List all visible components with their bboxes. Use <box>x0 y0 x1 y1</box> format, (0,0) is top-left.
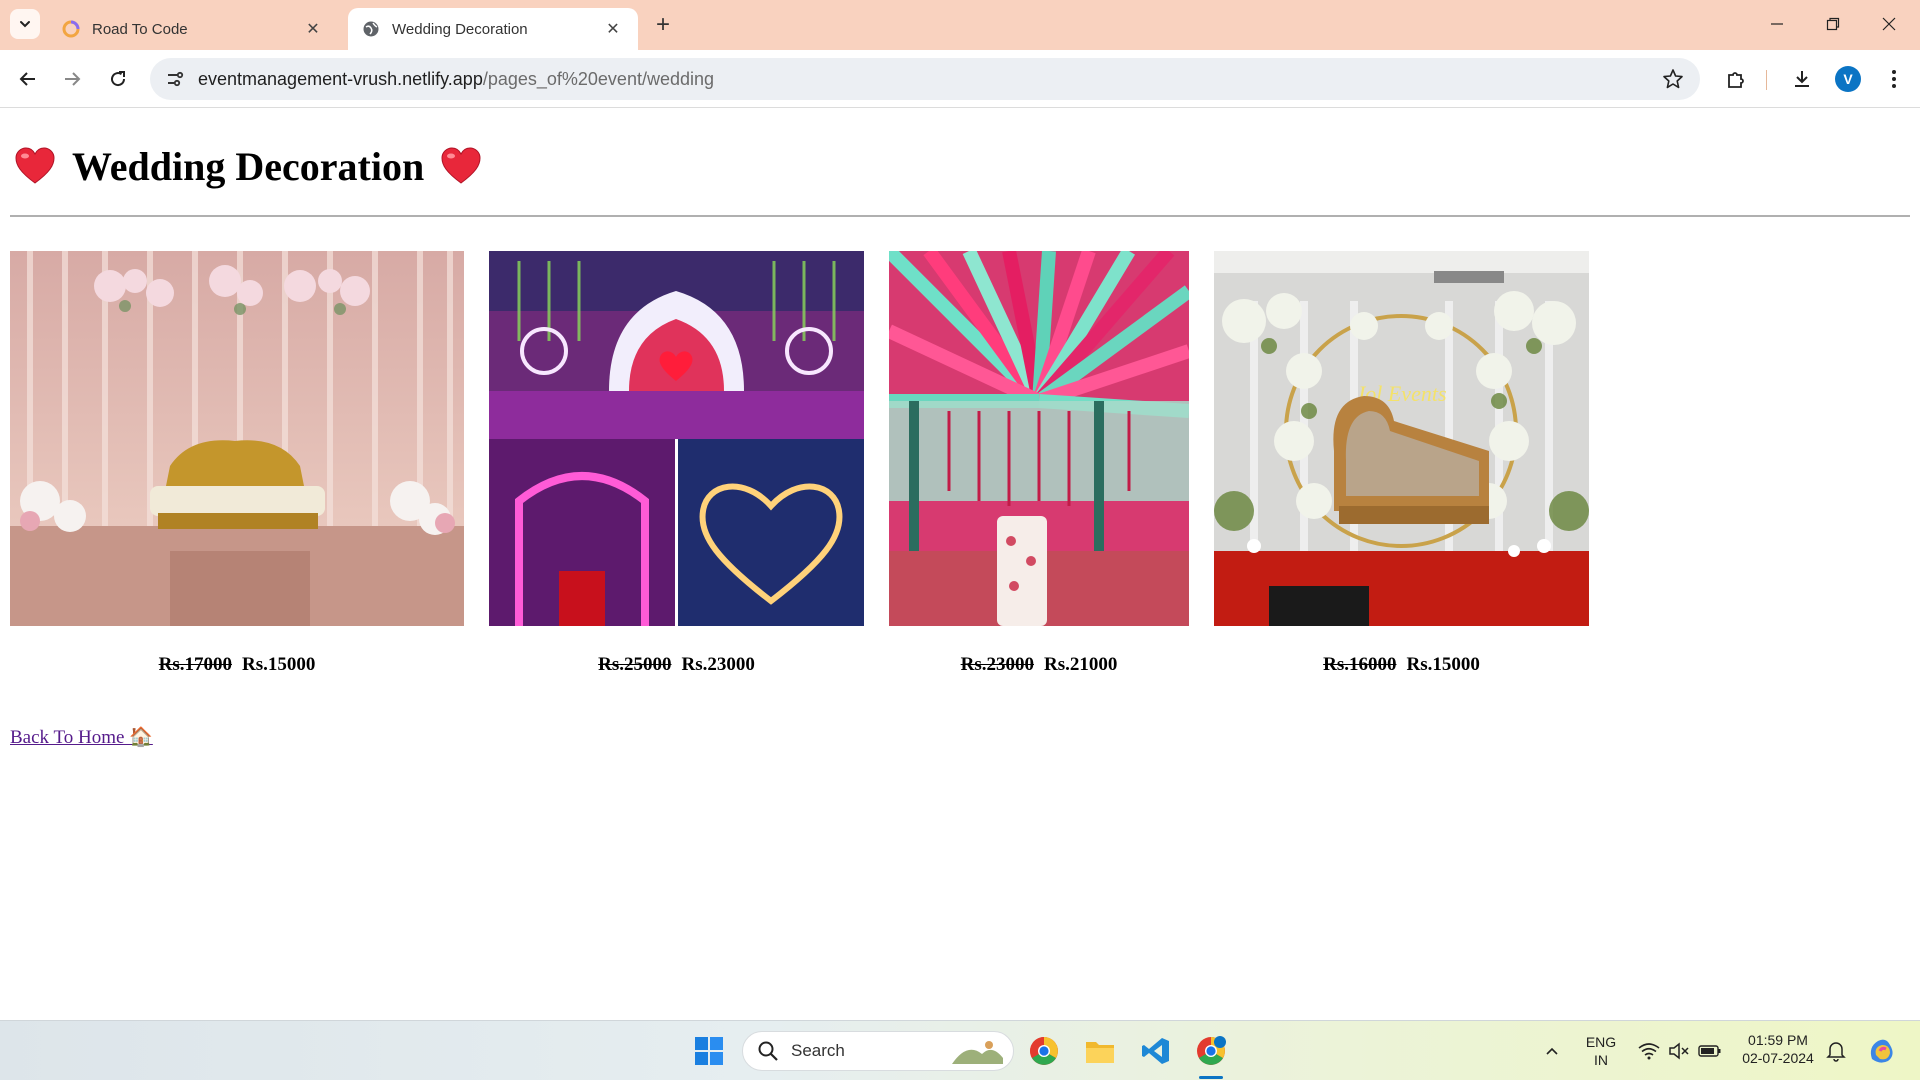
chrome-icon <box>1197 1036 1226 1065</box>
toolbar-divider <box>1766 70 1767 90</box>
chevron-down-icon <box>20 21 30 28</box>
close-window-button[interactable] <box>1866 8 1912 40</box>
old-price: Rs.16000 <box>1323 654 1397 675</box>
url-domain: eventmanagement-vrush.netlify.app <box>198 68 483 89</box>
close-icon <box>1882 17 1896 31</box>
menu-button[interactable] <box>1878 63 1910 95</box>
puzzle-icon <box>1728 72 1744 88</box>
language-indicator[interactable]: ENG IN <box>1578 1033 1624 1069</box>
folder-icon <box>1086 1042 1114 1063</box>
bookmark-star-icon[interactable] <box>1660 66 1686 92</box>
start-button[interactable] <box>689 1031 729 1071</box>
url-path: /pages_of%20event/wedding <box>482 68 715 89</box>
taskbar-search[interactable]: Search <box>742 1031 1014 1071</box>
tab-road-to-code[interactable]: Road To Code ✕ <box>48 8 338 50</box>
heart-icon <box>15 147 55 184</box>
chrome-taskbar-button[interactable] <box>1024 1031 1064 1071</box>
windows-logo-icon <box>695 1037 723 1065</box>
wifi-icon <box>1638 1043 1660 1060</box>
product-image-lit-stage[interactable] <box>489 251 864 626</box>
search-label: Search <box>791 1041 845 1060</box>
vscode-button[interactable] <box>1136 1031 1176 1071</box>
new-tab-button[interactable]: + <box>648 10 678 40</box>
arrow-right-icon <box>65 72 81 86</box>
vscode-icon <box>1142 1038 1169 1064</box>
volume-muted-icon <box>1669 1042 1689 1060</box>
tab-title: Wedding Decoration <box>392 20 528 38</box>
product-price: Rs.23000 Rs.21000 <box>889 654 1189 684</box>
clock-time: 01:59 PM <box>1748 1032 1808 1048</box>
search-highlight-icon <box>952 1041 1003 1064</box>
tab-title: Road To Code <box>92 20 188 38</box>
address-bar[interactable]: eventmanagement-vrush.netlify.app/pages_… <box>150 58 1700 100</box>
horizontal-rule <box>10 215 1910 217</box>
tab-wedding-decoration[interactable]: Wedding Decoration ✕ <box>348 8 638 50</box>
heart-icon <box>441 147 481 184</box>
notifications-button[interactable] <box>1816 1031 1856 1071</box>
download-icon <box>1795 71 1809 87</box>
product-price: Rs.16000 Rs.15000 <box>1214 654 1589 684</box>
battery-icon <box>1698 1045 1721 1057</box>
site-info-icon[interactable] <box>160 64 190 94</box>
taskbar: Search ENG IN 01:59 PM 02-07-2024 <box>0 1020 1920 1080</box>
new-price: Rs.23000 <box>681 654 755 675</box>
file-explorer-button[interactable] <box>1080 1031 1120 1071</box>
extensions-button[interactable] <box>1720 63 1752 95</box>
tab-strip: Road To Code ✕ Wedding Decoration ✕ + <box>0 0 1920 50</box>
new-price: Rs.21000 <box>1044 654 1118 675</box>
heading-text: Wedding Decoration <box>72 143 425 189</box>
minimize-icon <box>1771 23 1783 25</box>
clock-date: 02-07-2024 <box>1742 1050 1814 1066</box>
old-price: Rs.23000 <box>960 654 1034 675</box>
old-price: Rs.25000 <box>598 654 672 675</box>
arrow-left-icon <box>19 72 35 86</box>
page-content: Wedding Decoration Rs.17000 Rs.15000 Rs.… <box>0 109 1920 1020</box>
product-price: Rs.17000 Rs.15000 <box>10 654 464 684</box>
url-text: eventmanagement-vrush.netlify.app/pages_… <box>198 69 714 90</box>
search-icon <box>758 1041 778 1061</box>
restore-icon <box>1826 17 1840 31</box>
product-image-drape-canopy[interactable] <box>889 251 1189 626</box>
reload-button[interactable] <box>102 63 134 95</box>
language-code: ENG <box>1585 1034 1617 1050</box>
page-title: Wedding Decoration <box>14 141 482 191</box>
back-button[interactable] <box>12 63 44 95</box>
tab-search-button[interactable] <box>10 9 40 39</box>
tray-overflow-button[interactable] <box>1532 1031 1572 1071</box>
chrome-icon <box>1030 1037 1058 1065</box>
quick-settings-button[interactable] <box>1630 1031 1730 1071</box>
more-vert-icon <box>1892 70 1896 88</box>
restore-button[interactable] <box>1810 8 1856 40</box>
region-code: IN <box>1594 1052 1608 1068</box>
product-image-gold-sofa[interactable] <box>10 251 464 626</box>
road-to-code-icon <box>62 20 80 38</box>
clock[interactable]: 01:59 PM 02-07-2024 <box>1738 1031 1818 1067</box>
old-price: Rs.17000 <box>158 654 232 675</box>
globe-icon <box>363 21 379 37</box>
close-icon[interactable]: ✕ <box>302 18 324 40</box>
close-icon[interactable]: ✕ <box>602 18 624 40</box>
reload-icon <box>111 71 126 87</box>
product-price: Rs.25000 Rs.23000 <box>489 654 864 684</box>
chevron-up-icon <box>1546 1047 1558 1055</box>
new-price: Rs.15000 <box>242 654 316 675</box>
copilot-button[interactable] <box>1862 1031 1902 1071</box>
downloads-button[interactable] <box>1786 63 1818 95</box>
back-to-home-link[interactable]: Back To Home 🏠 <box>10 725 153 749</box>
minimize-button[interactable] <box>1754 8 1800 40</box>
profile-button[interactable]: V <box>1832 63 1864 95</box>
bell-icon <box>1826 1042 1846 1062</box>
avatar: V <box>1835 66 1861 92</box>
active-app-indicator <box>1199 1076 1223 1079</box>
forward-button[interactable] <box>56 63 88 95</box>
product-image-floral-arch[interactable]: Jol Events <box>1214 251 1589 626</box>
chrome-profile-taskbar-button[interactable] <box>1191 1031 1231 1071</box>
new-price: Rs.15000 <box>1406 654 1480 675</box>
copilot-icon <box>1870 1039 1893 1063</box>
browser-toolbar: eventmanagement-vrush.netlify.app/pages_… <box>0 50 1920 108</box>
